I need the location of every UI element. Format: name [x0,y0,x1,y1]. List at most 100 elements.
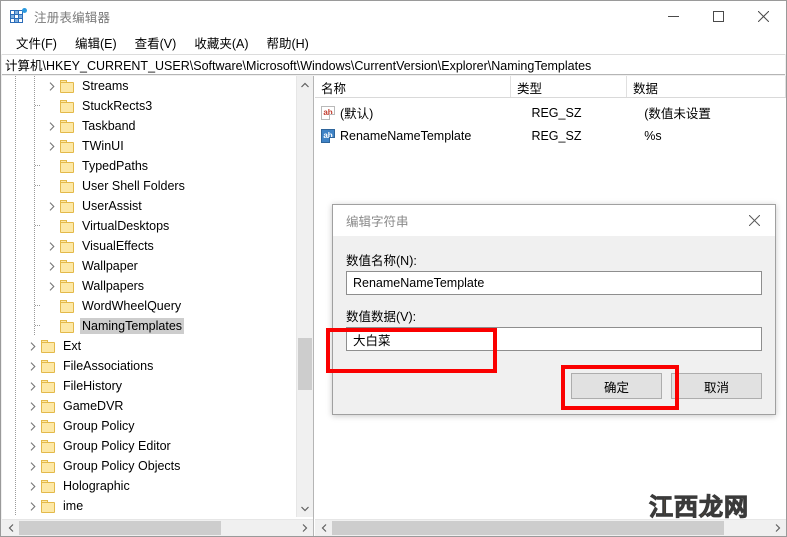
close-button[interactable] [741,1,786,31]
tree-item-taskband[interactable]: Taskband [2,116,297,136]
menu-help[interactable]: 帮助(H) [257,30,317,55]
tree-guide-line [15,256,16,276]
folder-icon [60,199,75,213]
chevron-right-icon[interactable] [25,376,41,396]
chevron-right-icon[interactable] [44,196,60,216]
value-data: %s [644,128,662,143]
tree-item-ext[interactable]: Ext [2,336,297,356]
chevron-right-icon[interactable] [44,116,60,136]
tree-guide-line [34,296,35,316]
dialog-close-icon[interactable] [733,205,775,236]
menu-file[interactable]: 文件(F) [7,30,66,55]
menu-view[interactable]: 查看(V) [126,30,186,55]
chevron-right-icon[interactable] [25,416,41,436]
chevron-right-icon[interactable] [25,476,41,496]
tree-item-userassist[interactable]: UserAssist [2,196,297,216]
tree-hscrollbar-thumb[interactable] [19,521,221,535]
table-row[interactable]: ab (默认) REG_SZ (数值未设置 [315,101,786,124]
tree-item-label: User Shell Folders [82,179,185,193]
folder-icon [60,159,75,173]
tree-guide-line [15,436,16,456]
maximize-button[interactable] [696,1,741,31]
values-hscrollbar-thumb[interactable] [332,521,724,535]
column-header-name[interactable]: 名称 [315,76,511,97]
tree-item-label: VirtualDesktops [82,219,170,233]
chevron-right-icon[interactable] [25,336,41,356]
folder-icon [60,239,75,253]
tree-guide-line [15,76,16,96]
values-scroll-left-arrow[interactable] [315,520,332,536]
tree-item-gamedvr[interactable]: GameDVR [2,396,297,416]
tree-item-group-policy-editor[interactable]: Group Policy Editor [2,436,297,456]
chevron-right-icon[interactable] [44,276,60,296]
folder-icon [60,139,75,153]
ok-button[interactable]: 确定 [571,373,662,399]
value-data-input[interactable]: 大白菜 [346,327,762,351]
table-row[interactable]: ab RenameNameTemplate REG_SZ %s [315,124,786,147]
value-data-label: 数值数据(V): [346,310,417,324]
tree-guide-line [15,116,16,136]
tree-item-holographic[interactable]: Holographic [2,476,297,496]
edit-string-dialog: 编辑字符串 数值名称(N): RenameNameTemplate 数值数据(V… [332,204,776,415]
column-header-data[interactable]: 数据 [627,76,786,97]
tree-item-ime[interactable]: ime [2,496,297,516]
chevron-right-icon[interactable] [25,456,41,476]
tree-vertical-scrollbar[interactable] [296,76,313,517]
tree-item-label: TWinUI [82,139,124,153]
registry-tree[interactable]: Streams StuckRects3 Taskband TWinUI TypedPat… [2,76,297,517]
tree-item-streams[interactable]: Streams [2,76,297,96]
tree-item-group-policy[interactable]: Group Policy [2,416,297,436]
folder-icon [41,419,56,433]
chevron-right-icon[interactable] [44,236,60,256]
tree-guide-line [34,236,35,256]
value-name: RenameNameTemplate [340,128,472,143]
folder-icon [60,79,75,93]
tree-item-namingtemplates[interactable]: NamingTemplates [2,316,297,336]
tree-item-stuckrects3[interactable]: StuckRects3 [2,96,297,116]
values-scroll-right-arrow[interactable] [769,520,786,536]
watermark-char-4: 网 [724,493,749,522]
tree-guide-line [15,336,16,356]
registry-editor-icon [10,8,27,24]
minimize-button[interactable] [651,1,696,31]
tree-item-label: Wallpapers [82,279,145,293]
chevron-right-icon[interactable] [25,496,41,516]
tree-item-typedpaths[interactable]: TypedPaths [2,156,297,176]
values-column-headers: 名称 类型 数据 [315,76,786,98]
registry-tree-pane: Streams StuckRects3 Taskband TWinUI TypedPat… [2,76,314,536]
value-data: (数值未设置 [644,107,711,121]
chevron-right-icon[interactable] [44,76,60,96]
tree-item-group-policy-objects[interactable]: Group Policy Objects [2,456,297,476]
tree-item-wallpapers[interactable]: Wallpapers [2,276,297,296]
tree-item-twinui[interactable]: TWinUI [2,136,297,156]
address-bar[interactable]: 计算机\HKEY_CURRENT_USER\Software\Microsoft… [2,54,785,75]
tree-scroll-left-arrow[interactable] [2,520,19,536]
folder-icon [60,99,75,113]
tree-item-visualeffects[interactable]: VisualEffects [2,236,297,256]
value-name-input[interactable]: RenameNameTemplate [346,271,762,295]
chevron-right-icon[interactable] [44,256,60,276]
chevron-right-icon[interactable] [25,396,41,416]
tree-scroll-down-arrow[interactable] [297,500,313,517]
chevron-right-icon[interactable] [25,436,41,456]
cancel-button[interactable]: 取消 [671,373,762,399]
menu-edit[interactable]: 编辑(E) [66,30,126,55]
tree-item-virtualdesktops[interactable]: VirtualDesktops [2,216,297,236]
tree-item-label: NamingTemplates [80,318,185,334]
folder-icon [60,179,75,193]
tree-item-user-shell-folders[interactable]: User Shell Folders [2,176,297,196]
chevron-right-icon[interactable] [25,356,41,376]
tree-guide-line [15,276,16,296]
column-header-type[interactable]: 类型 [511,76,627,97]
tree-item-fileassociations[interactable]: FileAssociations [2,356,297,376]
tree-scrollbar-thumb[interactable] [298,338,312,390]
tree-item-label: StuckRects3 [82,99,153,113]
tree-item-wallpaper[interactable]: Wallpaper [2,256,297,276]
tree-horizontal-scrollbar[interactable] [2,519,313,536]
tree-scroll-up-arrow[interactable] [297,76,313,93]
menu-favorites[interactable]: 收藏夹(A) [185,30,257,55]
chevron-right-icon[interactable] [44,136,60,156]
tree-scroll-right-arrow[interactable] [296,520,313,536]
tree-item-filehistory[interactable]: FileHistory [2,376,297,396]
tree-item-wordwheelquery[interactable]: WordWheelQuery [2,296,297,316]
